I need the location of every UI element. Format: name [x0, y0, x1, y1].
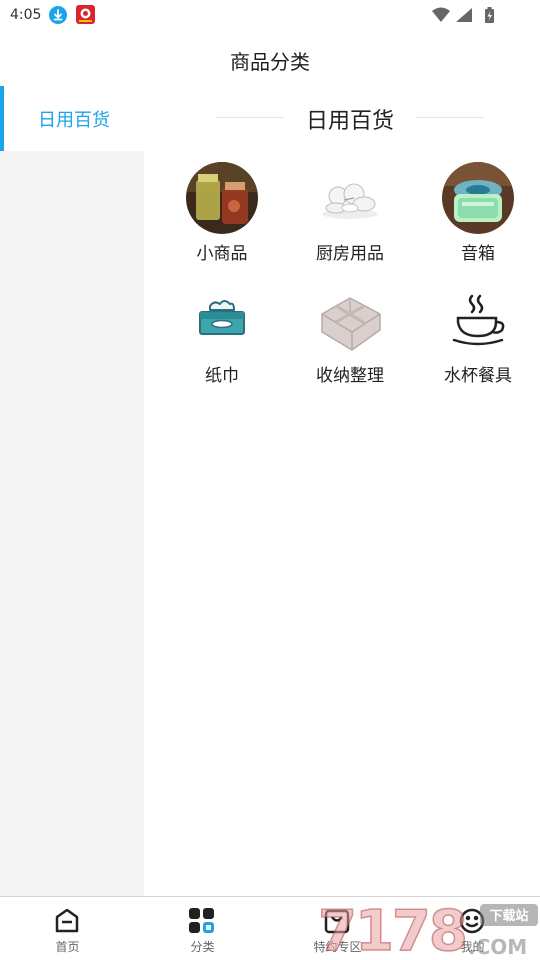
app-notification-icon — [76, 5, 95, 24]
section-title: 日用百货 — [305, 109, 394, 134]
dish-set-photo — [314, 162, 386, 234]
watermark-logo: 7178 .COM 下载站 — [317, 898, 540, 960]
speaker-photo — [442, 162, 514, 234]
glass-jars-photo — [186, 162, 258, 234]
battery-icon — [485, 7, 494, 23]
category-name: 厨房用品 — [316, 244, 384, 264]
category-name: 收纳整理 — [316, 366, 384, 386]
svg-text:下载站: 下载站 — [489, 908, 528, 924]
sidebar-item-daily-goods[interactable]: 日用百货 — [0, 86, 144, 151]
divider-line — [416, 117, 484, 118]
status-icons — [430, 6, 508, 28]
category-tissue[interactable]: 纸巾 — [158, 282, 286, 392]
nav-label: 首页 — [55, 940, 80, 954]
status-time: 4:05 — [10, 7, 42, 23]
category-sidebar: 日用百货 — [0, 86, 144, 896]
category-name: 音箱 — [461, 244, 495, 264]
wifi-icon — [432, 7, 450, 22]
page-title: 商品分类 — [230, 50, 310, 74]
category-name: 水杯餐具 — [444, 366, 512, 386]
category-name: 小商品 — [196, 244, 248, 264]
home-icon — [53, 907, 81, 935]
cellular-signal-icon — [456, 8, 472, 22]
category-small-goods[interactable]: 小商品 — [158, 160, 286, 270]
download-notification-icon — [49, 6, 67, 24]
nav-category[interactable]: 分类 — [135, 897, 270, 960]
svg-text:.COM: .COM — [468, 935, 527, 959]
nav-home[interactable]: 首页 — [0, 897, 135, 960]
tissue-box-icon — [186, 284, 258, 356]
category-name: 纸巾 — [205, 366, 239, 386]
section-heading: 日用百货 — [144, 103, 540, 134]
coffee-cup-icon — [442, 284, 514, 356]
category-cups[interactable]: 水杯餐具 — [414, 282, 540, 392]
category-speaker[interactable]: 音箱 — [414, 160, 540, 270]
category-kitchen[interactable]: 厨房用品 — [286, 160, 414, 270]
storage-organizer-icon — [314, 284, 386, 356]
category-storage[interactable]: 收纳整理 — [286, 282, 414, 392]
svg-text:7178: 7178 — [318, 899, 466, 960]
sidebar-item-label: 日用百货 — [38, 110, 110, 131]
grid-icon — [188, 907, 216, 935]
nav-label: 分类 — [190, 940, 215, 954]
status-bar: 4:05 — [0, 0, 540, 30]
